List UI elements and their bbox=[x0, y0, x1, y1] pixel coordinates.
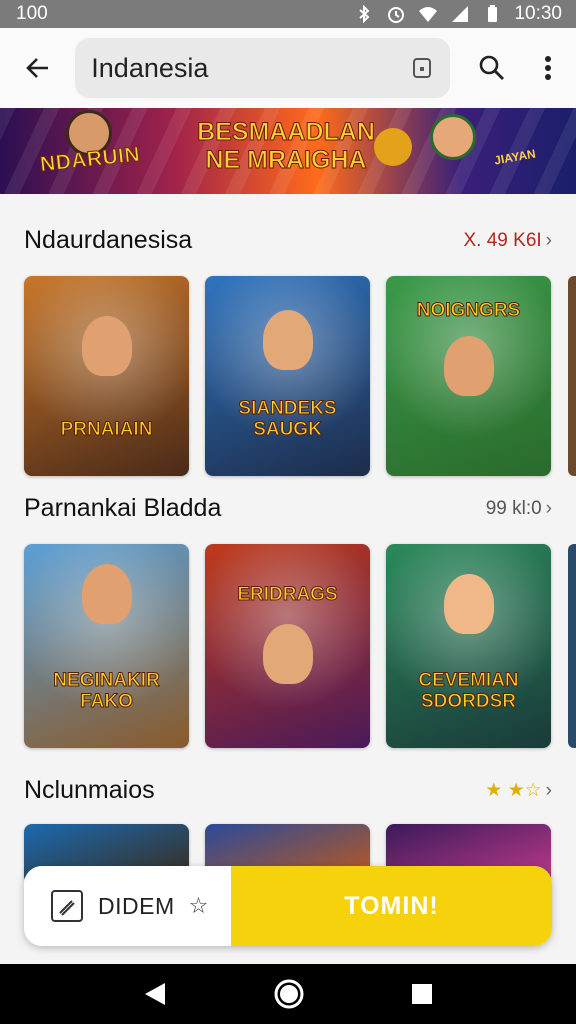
section-more-link[interactable]: X. 49 K6I › bbox=[464, 230, 553, 252]
card-character bbox=[263, 310, 313, 370]
signal-icon bbox=[452, 6, 469, 22]
app-bar: Indanesia bbox=[0, 28, 576, 108]
section-more-link[interactable]: ★ ★☆ › bbox=[485, 779, 552, 802]
promo-banner[interactable]: NDARUIN BESMAADLAN NE MRAIGHA JIAYAN bbox=[0, 108, 576, 194]
card-title: NEGINAKIR FAKO bbox=[53, 670, 161, 713]
action-bar: DIDEM ☆ TOMIN! bbox=[24, 866, 552, 946]
card-character bbox=[444, 336, 494, 396]
card-row-1: PRNAIAIN SIANDEKS SAUGK NOIGNGRS bbox=[24, 276, 551, 476]
back-button[interactable] bbox=[0, 28, 75, 108]
star-outline-icon: ☆ bbox=[188, 893, 209, 918]
phone-icon[interactable] bbox=[410, 56, 434, 80]
section-header-3: Nclunmaios ★ ★☆ › bbox=[24, 776, 552, 805]
section-meta-text: 99 kl:0 bbox=[485, 497, 542, 519]
nav-back-icon[interactable] bbox=[143, 981, 167, 1007]
nav-recents-icon[interactable] bbox=[411, 983, 433, 1005]
section-header-1: Ndaurdanesisa X. 49 K6I › bbox=[24, 226, 552, 255]
game-card[interactable]: NEGINAKIR FAKO bbox=[24, 544, 189, 748]
section-title: Parnankai Bladda bbox=[24, 494, 222, 522]
bluetooth-icon bbox=[359, 4, 370, 24]
card-character bbox=[444, 574, 494, 634]
search-button[interactable] bbox=[464, 40, 520, 96]
search-input-text: Indanesia bbox=[91, 52, 209, 83]
section-title: Nclunmaios bbox=[24, 776, 155, 804]
card-title: SIANDEKS SAUGK bbox=[238, 398, 337, 441]
banner-character-right bbox=[430, 114, 476, 160]
card-character bbox=[82, 564, 132, 624]
section-meta-text: X. 49 K6I bbox=[463, 229, 542, 251]
status-left-text: 100 bbox=[16, 3, 48, 24]
card-shine bbox=[205, 276, 370, 476]
card-title: CEVEMIAN SDORDSR bbox=[418, 670, 519, 713]
banner-character-mid bbox=[374, 128, 412, 166]
section-header-2: Parnankai Bladda 99 kl:0 › bbox=[24, 494, 552, 523]
game-card[interactable]: ERIDRAGS bbox=[205, 544, 370, 748]
card-character bbox=[263, 624, 313, 684]
system-nav-bar bbox=[0, 964, 576, 1024]
primary-action-button[interactable]: TOMIN! bbox=[231, 866, 552, 946]
more-vert-icon bbox=[545, 56, 551, 80]
arrow-back-icon bbox=[25, 58, 48, 78]
status-time: 10:30 bbox=[514, 3, 562, 24]
chevron-right-icon: › bbox=[545, 229, 552, 251]
more-options-button[interactable] bbox=[520, 40, 576, 96]
search-icon bbox=[479, 55, 504, 80]
secondary-action-label: DIDEM bbox=[98, 892, 175, 919]
rating-stars: ★ ★☆ bbox=[485, 780, 542, 801]
card-peek[interactable] bbox=[568, 544, 576, 748]
search-input[interactable]: Indanesia bbox=[75, 38, 450, 98]
card-title: NOIGNGRS bbox=[416, 300, 521, 322]
card-character bbox=[82, 316, 132, 376]
game-card[interactable]: PRNAIAIN bbox=[24, 276, 189, 476]
chevron-right-icon: › bbox=[545, 779, 552, 801]
edit-icon bbox=[51, 890, 83, 922]
card-title: PRNAIAIN bbox=[60, 419, 153, 441]
primary-action-label: TOMIN! bbox=[344, 891, 439, 920]
card-shine bbox=[24, 276, 189, 476]
secondary-action-button[interactable]: DIDEM ☆ bbox=[24, 866, 231, 946]
game-card[interactable]: NOIGNGRS bbox=[386, 276, 551, 476]
alarm-icon bbox=[388, 7, 405, 23]
game-card[interactable]: SIANDEKS SAUGK bbox=[205, 276, 370, 476]
nav-home-icon[interactable] bbox=[273, 978, 305, 1010]
card-peek[interactable] bbox=[568, 276, 576, 476]
banner-center-title: BESMAADLAN NE MRAIGHA bbox=[197, 118, 376, 175]
chevron-right-icon: › bbox=[545, 497, 552, 519]
card-title: ERIDRAGS bbox=[237, 584, 338, 606]
battery-icon bbox=[488, 5, 498, 22]
card-row-2: NEGINAKIR FAKO ERIDRAGS CEVEMIAN SDORDSR bbox=[24, 544, 551, 748]
section-title: Ndaurdanesisa bbox=[24, 226, 193, 254]
section-more-link[interactable]: 99 kl:0 › bbox=[486, 498, 552, 520]
game-card[interactable]: CEVEMIAN SDORDSR bbox=[386, 544, 551, 748]
status-bar: 100 10:30 bbox=[0, 0, 576, 28]
wifi-icon bbox=[419, 7, 438, 22]
